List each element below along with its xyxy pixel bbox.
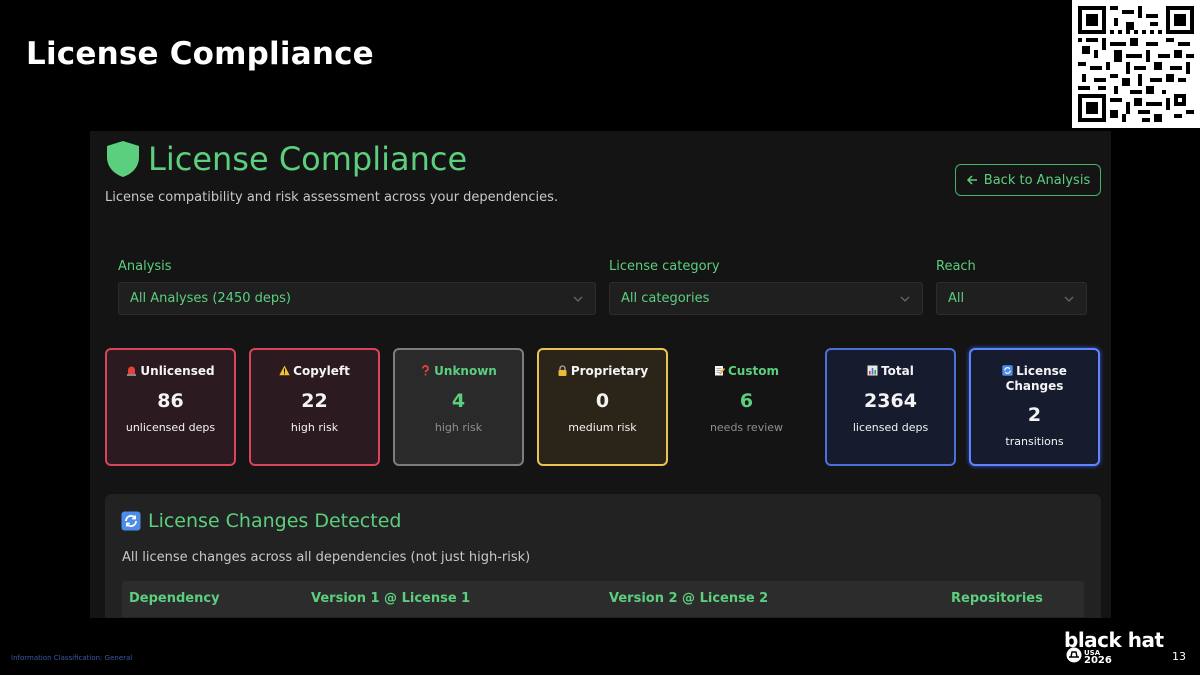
card-subtitle: medium risk: [568, 421, 637, 434]
card-value: 4: [451, 390, 466, 412]
card-proprietary[interactable]: Proprietary 0 medium risk: [537, 348, 668, 466]
classification-footer: Information Classification: General: [11, 654, 133, 662]
card-value: 2364: [864, 390, 917, 412]
back-to-analysis-button[interactable]: Back to Analysis: [955, 164, 1101, 196]
card-custom[interactable]: Custom 6 needs review: [681, 348, 812, 466]
card-title: Proprietary: [570, 364, 649, 378]
page-number: 13: [1172, 650, 1186, 663]
warning-icon: [279, 365, 290, 376]
chevron-down-icon: [1064, 296, 1074, 302]
app-header: License Compliance: [105, 140, 467, 178]
card-subtitle: high risk: [434, 421, 483, 434]
hat-icon: [1066, 647, 1082, 663]
column-header-version-2[interactable]: Version 2 @ License 2: [609, 591, 768, 606]
refresh-icon: [121, 511, 141, 531]
card-title: Total: [881, 364, 914, 378]
column-header-dependency[interactable]: Dependency: [129, 591, 220, 606]
app-title: License Compliance: [148, 140, 468, 178]
memo-icon: [715, 366, 725, 376]
shield-icon: [107, 141, 139, 177]
app-screenshot: License Compliance License compatibility…: [90, 131, 1111, 618]
column-header-repositories[interactable]: Repositories: [951, 591, 1043, 606]
refresh-icon: [1002, 365, 1013, 376]
chevron-down-icon: [573, 296, 583, 302]
card-value: 2: [1027, 404, 1042, 426]
card-unlicensed[interactable]: Unlicensed 86 unlicensed deps: [105, 348, 236, 466]
card-title: Unlicensed: [140, 364, 215, 378]
panel-subtitle: All license changes across all dependenc…: [122, 550, 531, 565]
analysis-select-value: All Analyses (2450 deps): [130, 291, 291, 306]
category-filter-label: License category: [609, 259, 720, 274]
slide-title: License Compliance: [26, 36, 374, 72]
siren-icon: [127, 366, 137, 376]
license-changes-panel: License Changes Detected All license cha…: [105, 494, 1101, 618]
card-license-changes[interactable]: License Changes 2 transitions: [969, 348, 1100, 466]
card-subtitle: transitions: [1005, 435, 1064, 448]
card-title: Copyleft: [293, 364, 350, 378]
card-title: License Changes: [1005, 364, 1067, 393]
bar-chart-icon: [867, 365, 878, 376]
card-subtitle: licensed deps: [852, 421, 929, 434]
card-title: Unknown: [434, 364, 497, 378]
card-copyleft[interactable]: Copyleft 22 high risk: [249, 348, 380, 466]
panel-title: License Changes Detected: [148, 510, 402, 532]
column-header-version-1[interactable]: Version 1 @ License 1: [311, 591, 470, 606]
back-button-label: Back to Analysis: [983, 172, 1091, 188]
reach-select-value: All: [948, 291, 965, 306]
reach-select[interactable]: All: [936, 282, 1087, 315]
category-select-value: All categories: [621, 291, 710, 306]
card-unknown[interactable]: Unknown 4 high risk: [393, 348, 524, 466]
card-total[interactable]: Total 2364 licensed deps: [825, 348, 956, 466]
qr-code-icon: [1078, 6, 1194, 122]
card-value: 22: [301, 390, 328, 412]
card-value: 6: [739, 390, 754, 412]
lock-icon: [558, 365, 567, 376]
reach-filter-label: Reach: [936, 259, 976, 274]
app-subtitle: License compatibility and risk assessmen…: [105, 190, 559, 205]
question-icon: [422, 365, 429, 376]
card-subtitle: high risk: [290, 421, 339, 434]
category-select[interactable]: All categories: [609, 282, 923, 315]
changes-table-header: Dependency Version 1 @ License 1 Version…: [122, 581, 1084, 617]
analysis-filter-label: Analysis: [118, 259, 172, 274]
arrow-left-icon: [966, 175, 977, 185]
card-value: 0: [595, 390, 610, 412]
logo-year: 2026: [1084, 655, 1112, 666]
card-title: Custom: [728, 364, 779, 378]
analysis-select[interactable]: All Analyses (2450 deps): [118, 282, 596, 315]
card-subtitle: needs review: [709, 421, 784, 434]
card-value: 86: [157, 390, 184, 412]
qr-code: [1072, 0, 1200, 128]
card-subtitle: unlicensed deps: [125, 421, 216, 434]
chevron-down-icon: [900, 296, 910, 302]
